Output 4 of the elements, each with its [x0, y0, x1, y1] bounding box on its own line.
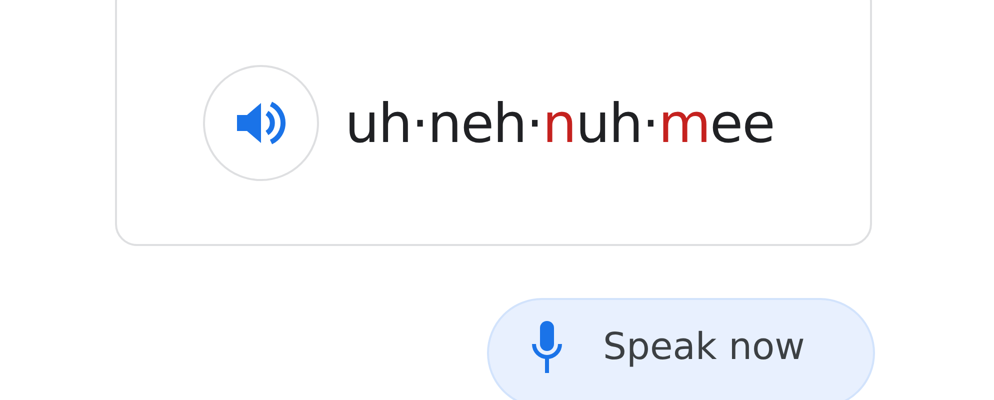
microphone-icon — [531, 321, 563, 373]
speaker-icon — [235, 100, 287, 146]
pronunciation-text: uh·neh·nuh·mee — [345, 90, 774, 156]
speak-now-button[interactable]: Speak now — [487, 298, 875, 400]
